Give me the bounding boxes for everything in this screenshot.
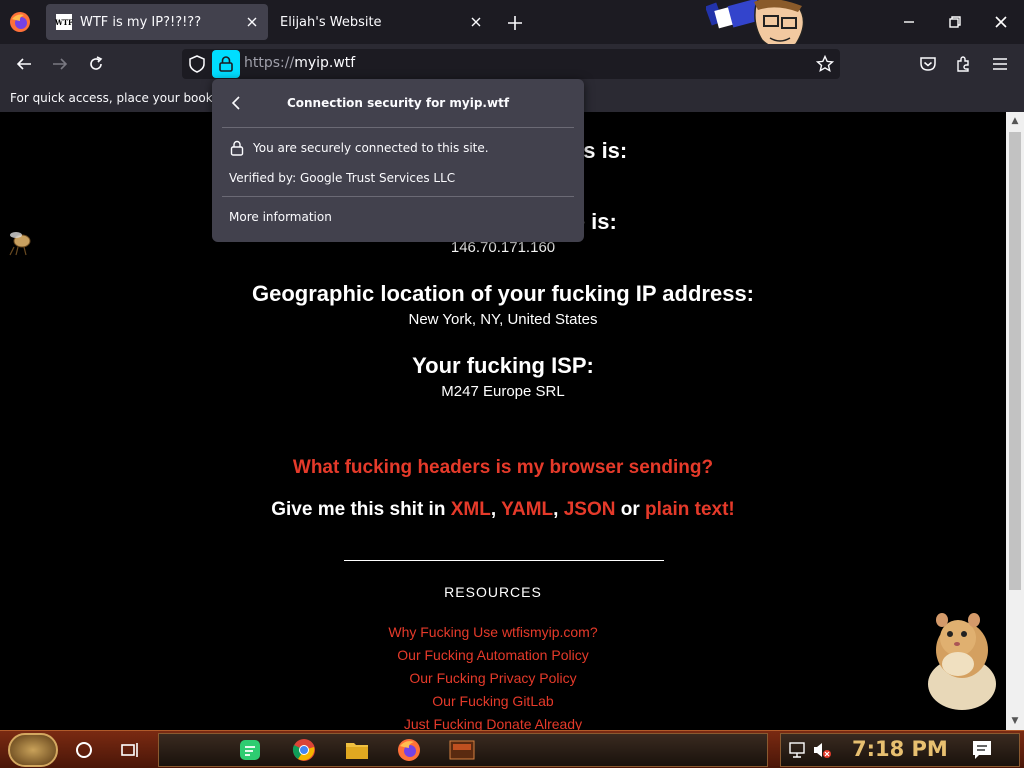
bookmarks-hint-text: For quick access, place your bookmar: [10, 91, 237, 105]
panel-title: Connection security for myip.wtf: [286, 96, 510, 110]
verified-by-text: Verified by: Google Trust Services LLC: [229, 171, 456, 185]
plain-text-link[interactable]: plain text!: [645, 499, 735, 520]
start-button[interactable]: [8, 733, 58, 767]
lock-icon: [230, 140, 244, 156]
headers-link[interactable]: What fucking headers is my browser sendi…: [0, 457, 1006, 479]
pocket-button[interactable]: [914, 50, 942, 78]
chevron-left-icon: [231, 96, 240, 110]
yaml-link[interactable]: YAML: [501, 499, 553, 520]
site-security-lock-button[interactable]: [212, 50, 240, 78]
flying-bug-decoration: [9, 232, 31, 256]
close-tab-icon[interactable]: [240, 10, 264, 34]
close-window-button[interactable]: [978, 0, 1024, 44]
tab-title: Elijah's Website: [280, 14, 382, 30]
forward-button[interactable]: [46, 50, 74, 78]
notifications-button[interactable]: [968, 736, 996, 764]
wtf-favicon-icon: WTF: [55, 14, 73, 30]
new-tab-button[interactable]: [502, 10, 528, 36]
url-text[interactable]: https://myip.wtf: [244, 55, 355, 71]
more-information-button[interactable]: More information: [229, 210, 332, 224]
search-circle-icon: [76, 742, 92, 758]
page-scrollbar[interactable]: ▲ ▼: [1006, 112, 1024, 730]
tab-wtf-is-my-ip[interactable]: WTF WTF is my IP?!?!??: [46, 4, 268, 40]
tab-strip: WTF WTF is my IP?!?!?? Elijah's Website: [0, 0, 1024, 49]
format-prefix-text: Give me this shit in: [271, 499, 446, 520]
resource-link-gitlab[interactable]: Our Fucking GitLab: [0, 693, 986, 709]
back-button[interactable]: [10, 50, 38, 78]
puzzle-piece-icon: [957, 56, 969, 72]
network-icon: [789, 742, 805, 758]
divider: [344, 560, 664, 561]
volume-tray-button[interactable]: [808, 736, 836, 764]
task-view-button[interactable]: [116, 736, 144, 764]
close-tab-icon[interactable]: [464, 10, 488, 34]
geo-location-heading: Geographic location of your fucking IP a…: [251, 281, 754, 306]
chat-app-icon: [240, 740, 260, 760]
taskbar-app-firefox[interactable]: [395, 736, 423, 764]
hamburger-menu-icon: [993, 58, 1007, 70]
firefox-menu-icon[interactable]: [9, 11, 31, 33]
tracking-protection-shield-icon[interactable]: [188, 55, 206, 73]
firefox-icon: [398, 739, 420, 761]
chrome-icon: [292, 739, 315, 761]
back-chevron-button[interactable]: [226, 93, 246, 113]
resources-title: RESOURCES: [444, 584, 542, 600]
resource-link-donate[interactable]: Just Fucking Donate Already: [0, 716, 986, 730]
pocket-icon: [920, 57, 936, 71]
notification-icon: [973, 741, 991, 759]
taskbar-app-media[interactable]: [448, 736, 476, 764]
bookmark-star-icon[interactable]: [816, 55, 834, 73]
geo-location-value: New York, NY, United States: [408, 311, 598, 328]
lock-icon: [219, 56, 233, 72]
restore-button[interactable]: [932, 0, 978, 44]
isp-value: M247 Europe SRL: [441, 383, 565, 400]
divider: [222, 127, 574, 128]
resource-link-why-use[interactable]: Why Fucking Use wtfismyip.com?: [0, 624, 986, 640]
taskbar-app-chrome[interactable]: [290, 736, 318, 764]
task-view-icon: [121, 743, 138, 757]
or-text: or: [620, 499, 640, 520]
taskbar-app-messages[interactable]: [236, 736, 264, 764]
reload-button[interactable]: [82, 50, 110, 78]
hamster-decoration: [928, 613, 996, 710]
app-menu-button[interactable]: [986, 50, 1014, 78]
isp-heading: Your fucking ISP:: [412, 353, 594, 378]
media-player-icon: [449, 740, 475, 760]
json-link[interactable]: JSON: [564, 499, 616, 520]
minimize-button[interactable]: [886, 0, 932, 44]
scroll-down-arrow-icon[interactable]: ▼: [1006, 712, 1024, 730]
taskbar-app-file-explorer[interactable]: [343, 736, 371, 764]
scrollbar-thumb[interactable]: [1009, 132, 1021, 590]
secure-connection-text: You are securely connected to this site.: [253, 141, 489, 155]
speaker-muted-icon: [814, 743, 831, 758]
extensions-button[interactable]: [950, 50, 978, 78]
scroll-up-arrow-icon[interactable]: ▲: [1006, 112, 1024, 130]
tab-elijahs-website[interactable]: Elijah's Website: [270, 4, 492, 40]
resource-link-automation-policy[interactable]: Our Fucking Automation Policy: [0, 647, 986, 663]
resource-link-privacy-policy[interactable]: Our Fucking Privacy Policy: [0, 670, 986, 686]
search-button[interactable]: [70, 736, 98, 764]
xml-link[interactable]: XML: [451, 499, 491, 520]
divider: [222, 196, 574, 197]
navigation-toolbar: https://myip.wtf: [0, 44, 1024, 84]
folder-icon: [346, 743, 368, 759]
tab-title: WTF is my IP?!?!??: [80, 14, 202, 30]
format-links-line: Give me this shit in XML, YAML, JSON or …: [271, 499, 735, 520]
connection-security-panel: Connection security for myip.wtf You are…: [212, 79, 584, 242]
address-bar[interactable]: https://myip.wtf: [182, 49, 840, 79]
taskbar: 7:18 PM: [0, 730, 1024, 768]
taskbar-clock[interactable]: 7:18 PM: [852, 737, 948, 761]
